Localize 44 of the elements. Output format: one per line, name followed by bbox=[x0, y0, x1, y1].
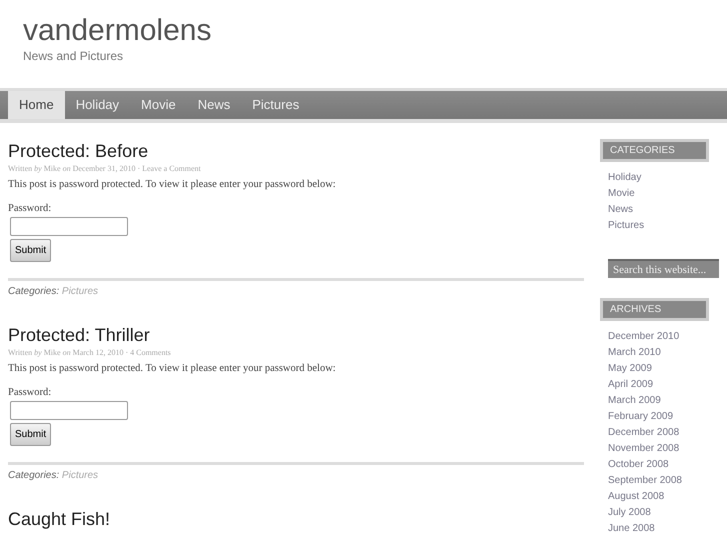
password-label: Password: bbox=[8, 203, 52, 214]
nav-tab[interactable]: News bbox=[186, 91, 242, 119]
widget-heading: ARCHIVES bbox=[600, 298, 709, 321]
archive-link[interactable]: December 2008 bbox=[608, 427, 680, 438]
nav-tab[interactable]: Holiday bbox=[64, 91, 130, 119]
archive-link[interactable]: August 2008 bbox=[608, 491, 664, 502]
post-meta: Written by Mike on March 12, 2010 · 4 Comments bbox=[8, 348, 172, 357]
site-title[interactable]: vandermolens bbox=[23, 14, 212, 48]
site-tagline: News and Pictures bbox=[23, 49, 124, 63]
archive-link[interactable]: November 2008 bbox=[608, 443, 680, 454]
archive-link[interactable]: September 2008 bbox=[608, 475, 682, 486]
category-link[interactable]: News bbox=[608, 204, 634, 215]
password-field[interactable] bbox=[10, 217, 128, 236]
archive-link[interactable]: March 2009 bbox=[608, 395, 661, 406]
categories-label: Categories: bbox=[8, 286, 60, 297]
post-title[interactable]: Protected: Thriller bbox=[8, 323, 584, 347]
archive-link[interactable]: February 2009 bbox=[608, 411, 674, 422]
archive-link[interactable]: April 2009 bbox=[608, 379, 654, 390]
submit-button[interactable]: Submit bbox=[10, 239, 52, 262]
archive-link[interactable]: December 2010 bbox=[608, 331, 680, 342]
post-title[interactable]: Protected: Before bbox=[8, 139, 584, 163]
categories-label: Categories: bbox=[8, 470, 60, 481]
archive-link[interactable]: October 2008 bbox=[608, 459, 669, 470]
password-label: Password: bbox=[8, 387, 52, 398]
protected-message: This post is password protected. To view it please enter your password below: bbox=[8, 363, 337, 374]
protected-message: This post is password protected. To view it please enter your password below: bbox=[8, 179, 337, 190]
archive-link[interactable]: May 2009 bbox=[608, 363, 652, 374]
post-meta: Written by Mike on December 31, 2010 · Leave a Comment bbox=[8, 164, 202, 173]
archive-link[interactable]: March 2010 bbox=[608, 347, 661, 358]
category-link[interactable]: Pictures bbox=[62, 286, 98, 297]
widget-heading: CATEGORIES bbox=[600, 139, 709, 162]
password-field[interactable] bbox=[10, 401, 128, 420]
nav-tab[interactable]: Home bbox=[8, 91, 65, 119]
category-link[interactable]: Movie bbox=[608, 188, 635, 199]
category-link[interactable]: Pictures bbox=[608, 220, 644, 231]
submit-button[interactable]: Submit bbox=[10, 423, 52, 446]
nav-tab[interactable]: Pictures bbox=[241, 91, 310, 119]
search-field[interactable]: Search this website... bbox=[608, 259, 719, 278]
archive-link[interactable]: June 2008 bbox=[608, 523, 655, 534]
category-link[interactable]: Pictures bbox=[62, 470, 98, 481]
nav-tab[interactable]: Movie bbox=[130, 91, 187, 119]
archive-link[interactable]: July 2008 bbox=[608, 507, 651, 518]
post-title[interactable]: Caught Fish! bbox=[8, 507, 584, 531]
category-link[interactable]: Holiday bbox=[608, 172, 642, 183]
